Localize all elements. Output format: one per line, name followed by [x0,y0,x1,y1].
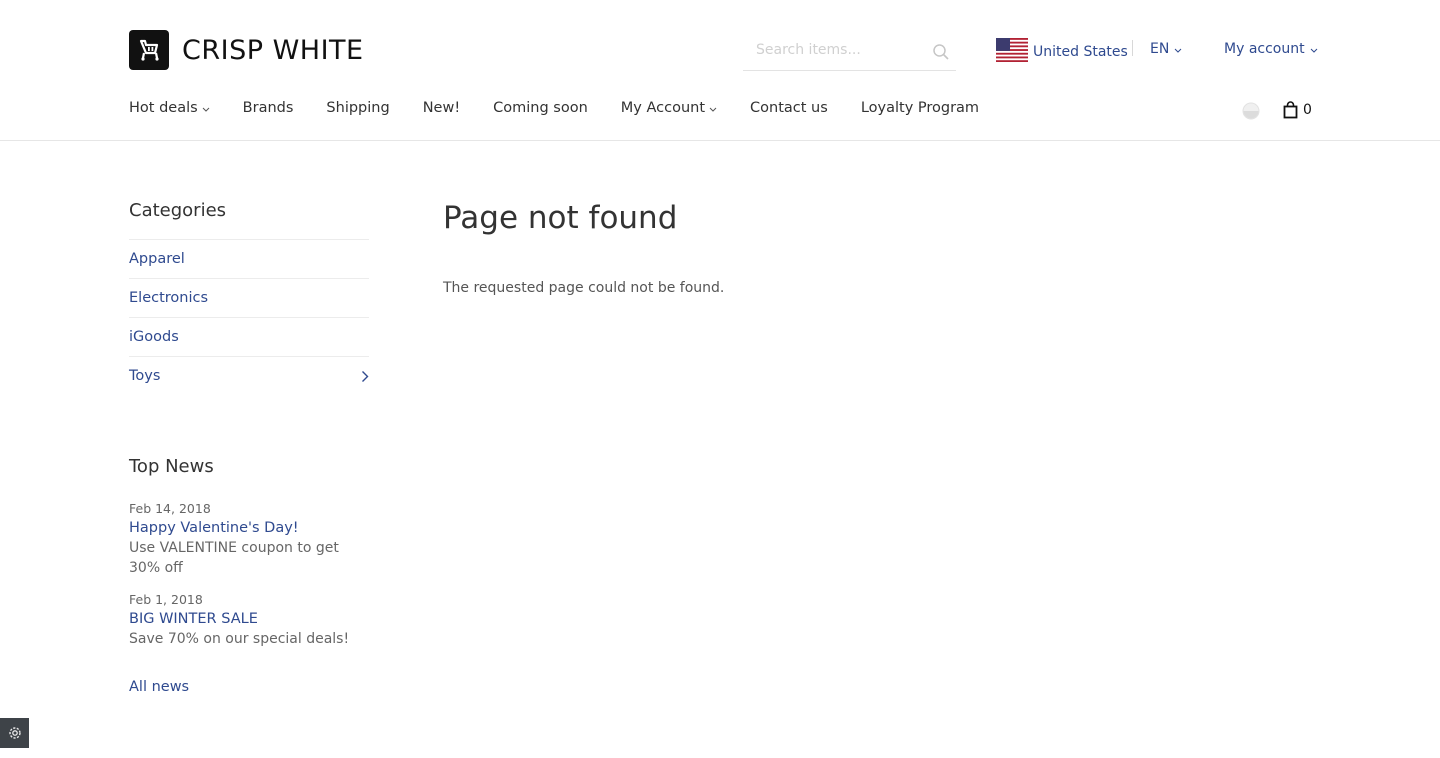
nav-item-label: My Account [620,100,706,116]
nav-item-coming-soon[interactable]: Coming soon [493,100,588,116]
settings-button[interactable] [0,718,29,748]
language-label: EN [1150,41,1170,57]
nav-item-hot-deals[interactable]: Hot deals [129,100,210,116]
us-flag-icon [996,38,1028,66]
news-body: Use VALENTINE coupon to get 30% off [129,540,339,576]
nav-item-label: Contact us [750,100,828,116]
news-title-link[interactable]: Happy Valentine's Day! [129,518,369,538]
my-account-label: My account [1224,41,1305,57]
cart-count: 0 [1303,102,1312,118]
nav-item-shipping[interactable]: Shipping [326,100,389,116]
categories-title: Categories [129,200,227,221]
search-icon[interactable] [932,43,950,65]
nav-item-label: Coming soon [493,100,588,116]
news-item: Feb 14, 2018 Happy Valentine's Day! Use … [129,499,369,578]
main-nav: Hot deals Brands Shipping New! Coming so… [129,100,1012,116]
nav-item-brands[interactable]: Brands [243,100,294,116]
chevron-down-icon [202,107,210,112]
country-selector[interactable]: United States [996,38,1128,66]
category-item-apparel[interactable]: Apparel [129,239,369,278]
category-label: Apparel [129,251,185,267]
category-item-toys[interactable]: Toys [129,356,369,395]
logo-cart-icon [129,30,169,70]
not-found-message: The requested page could not be found. [443,280,725,296]
brand-logo[interactable]: CRISP WHITE [129,30,364,70]
all-news-link[interactable]: All news [129,679,189,695]
page-title: Page not found [443,200,678,236]
category-list: Apparel Electronics iGoods Toys [129,239,369,395]
chevron-right-icon[interactable] [361,370,369,383]
nav-item-contact-us[interactable]: Contact us [750,100,828,116]
category-label: Toys [129,368,161,384]
shopping-bag-icon [1283,101,1298,119]
category-item-electronics[interactable]: Electronics [129,278,369,317]
nav-item-new[interactable]: New! [423,100,460,116]
news-date: Feb 1, 2018 [129,592,203,607]
category-item-igoods[interactable]: iGoods [129,317,369,356]
nav-item-label: Brands [242,100,294,116]
my-account-menu[interactable]: My account [1224,41,1318,57]
news-date: Feb 14, 2018 [129,501,211,516]
chevron-down-icon [1174,48,1182,53]
header-divider [0,140,1440,141]
nav-item-loyalty-program[interactable]: Loyalty Program [861,100,979,116]
nav-item-label: Hot deals [129,100,198,116]
gear-icon [8,727,21,739]
search-box [743,34,956,71]
nav-item-my-account[interactable]: My Account [621,100,717,116]
category-label: Electronics [129,290,209,306]
language-selector[interactable]: EN [1150,41,1182,57]
country-label: United States [1033,44,1128,60]
chevron-down-icon [1310,48,1317,53]
compare-icon[interactable] [1242,102,1260,124]
cart-button[interactable]: 0 [1283,101,1312,119]
nav-item-label: Loyalty Program [860,100,980,116]
news-title-link[interactable]: BIG WINTER SALE [129,609,369,629]
news-item: Feb 1, 2018 BIG WINTER SALE Save 70% on … [129,590,369,649]
nav-item-label: Shipping [326,100,390,116]
news-body: Save 70% on our special deals! [129,631,350,647]
divider [1132,40,1133,56]
top-news-title: Top News [129,456,214,477]
search-input[interactable] [743,34,926,66]
category-label: iGoods [129,329,179,345]
brand-name: CRISP WHITE [182,34,364,66]
nav-item-label: New! [422,100,461,116]
chevron-down-icon [709,107,717,112]
